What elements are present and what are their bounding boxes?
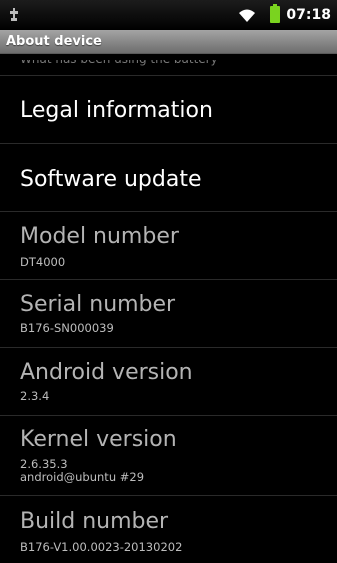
- list-item-value: DT4000: [20, 255, 66, 269]
- list-item-model-number: Model number DT4000: [0, 211, 337, 279]
- list-item-serial-number: Serial number B176-SN000039: [0, 279, 337, 347]
- list-item-value: B176-V1.00.0023-20130202: [20, 540, 183, 554]
- list-item-title: Kernel version: [20, 427, 177, 452]
- list-item-title: Build number: [20, 509, 169, 534]
- list-item-build-number: Build number B176-V1.00.0023-20130202: [0, 495, 337, 563]
- status-bar: 07:18: [0, 0, 337, 30]
- status-clock: 07:18: [286, 7, 331, 23]
- list-item-value-secondary: android@ubuntu #29: [20, 470, 145, 484]
- list-item-android-version: Android version 2.3.4: [0, 347, 337, 415]
- wifi-icon: [239, 9, 255, 22]
- list-item-title: Software update: [20, 167, 202, 192]
- list-item-value: 2.3.4: [20, 389, 50, 403]
- list-item-value: B176-SN000039: [20, 321, 114, 335]
- battery-icon: [270, 4, 280, 23]
- usb-icon: [10, 8, 18, 21]
- list-item-kernel-version: Kernel version 2.6.35.3 android@ubuntu #…: [0, 415, 337, 495]
- title-bar: About device: [0, 30, 337, 54]
- list-item-title: Legal information: [20, 98, 213, 123]
- battery-use-summary-partial: What has been using the battery: [20, 52, 218, 66]
- list-item-title: Android version: [20, 360, 193, 385]
- list-item-title: Serial number: [20, 292, 176, 317]
- list-item-legal-information[interactable]: Legal information: [0, 75, 337, 143]
- list-item-software-update[interactable]: Software update: [0, 143, 337, 211]
- page-title: About device: [6, 34, 102, 49]
- list-item-title: Model number: [20, 224, 179, 249]
